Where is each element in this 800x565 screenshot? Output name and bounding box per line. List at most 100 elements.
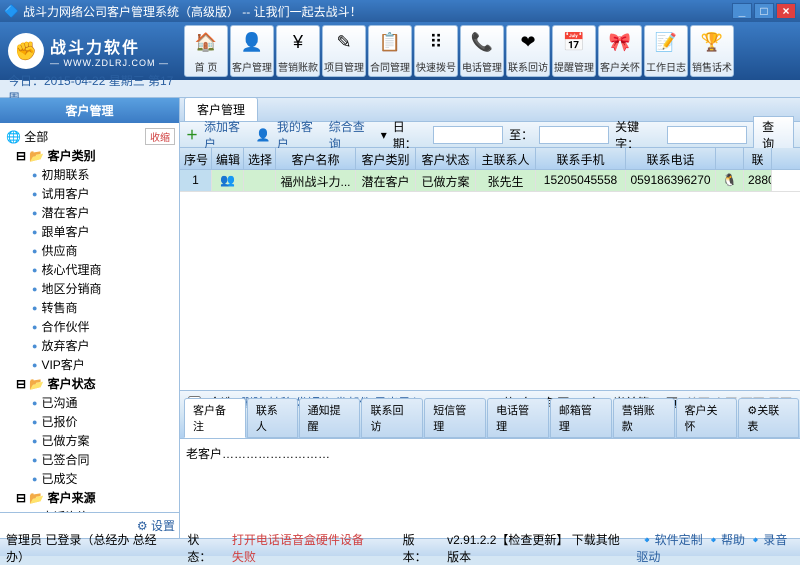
col-header[interactable]: 联 <box>744 148 772 169</box>
sidebar-title: 客户管理 <box>0 98 179 123</box>
tree-item[interactable]: ●试用客户 <box>4 184 175 203</box>
col-header[interactable]: 客户名称 <box>276 148 356 169</box>
toolbar-btn-2[interactable]: ¥ 营销账款 <box>276 25 320 77</box>
bottom-tab[interactable]: 营销账款 <box>613 398 675 438</box>
date-to-input[interactable] <box>539 126 609 144</box>
minimize-button[interactable]: _ <box>732 3 752 19</box>
客户关怀-icon: 🎀 <box>606 29 634 57</box>
toolbar-btn-7[interactable]: ❤ 联系回访 <box>506 25 550 77</box>
add-customer-button[interactable]: 添加客户 <box>204 118 250 152</box>
cell: 潜在客户 <box>356 170 416 191</box>
status-version: v2.91.2.2【检查更新】 下载其他版本 <box>447 531 624 565</box>
cell <box>244 170 276 191</box>
col-header[interactable]: 联系电话 <box>626 148 716 169</box>
status-state-msg: 打开电话语音盒硬件设备失败 <box>232 531 373 565</box>
date-label: 日期： <box>393 118 427 152</box>
my-customers-button[interactable]: 我的客户 <box>277 118 323 152</box>
toolbar-btn-4[interactable]: 📋 合同管理 <box>368 25 412 77</box>
营销账款-icon: ¥ <box>284 29 312 57</box>
cell: 059186396270 <box>626 170 716 191</box>
工作日志-icon: 📝 <box>652 29 680 57</box>
tree-item[interactable]: ●合作伙伴 <box>4 317 175 336</box>
toolbar-btn-9[interactable]: 🎀 客户关怀 <box>598 25 642 77</box>
cell: 1 <box>180 170 212 191</box>
window-title: 战斗力网络公司客户管理系统（高级版） -- 让我们一起去战斗！ <box>19 3 732 20</box>
tree-item[interactable]: ●放弃客户 <box>4 336 175 355</box>
add-icon: ＋ <box>186 126 198 143</box>
maximize-button[interactable]: □ <box>754 3 774 19</box>
toolbar-btn-3[interactable]: ✎ 项目管理 <box>322 25 366 77</box>
cell: 🐧 <box>716 170 744 191</box>
tree-group[interactable]: ⊟ 📂 客户类别 <box>4 146 175 165</box>
项目管理-icon: ✎ <box>330 29 358 57</box>
bottom-tab[interactable]: ⚙关联表 <box>738 398 799 438</box>
status-link[interactable]: 软件定制 <box>655 533 703 547</box>
col-header[interactable]: 客户类别 <box>356 148 416 169</box>
toolbar-btn-1[interactable]: 👤 客户管理 <box>230 25 274 77</box>
bottom-tab[interactable]: 邮箱管理 <box>550 398 612 438</box>
status-link[interactable]: 帮助 <box>721 533 745 547</box>
tree-group[interactable]: ⊟ 📂 客户状态 <box>4 374 175 393</box>
tree-item[interactable]: ●跟单客户 <box>4 222 175 241</box>
date-from-input[interactable] <box>433 126 503 144</box>
col-header[interactable]: 客户状态 <box>416 148 476 169</box>
tree-item[interactable]: ●已做方案 <box>4 431 175 450</box>
toolbar-btn-0[interactable]: 🏠 首 页 <box>184 25 228 77</box>
tree-item[interactable]: ●供应商 <box>4 241 175 260</box>
电话管理-icon: 📞 <box>468 29 496 57</box>
bottom-tab[interactable]: 客户备注 <box>184 398 246 438</box>
col-header[interactable]: 主联系人 <box>476 148 536 169</box>
bottom-tab[interactable]: 联系回访 <box>361 398 423 438</box>
note-content: 老客户……………………… <box>180 438 800 538</box>
bottom-tab[interactable]: 通知提醒 <box>299 398 361 438</box>
col-header[interactable]: 选择 <box>244 148 276 169</box>
cell: 15205045558 <box>536 170 626 191</box>
logo-sub: — WWW.ZDLRJ.COM — <box>50 58 169 68</box>
keyword-label: 关键字： <box>615 118 661 152</box>
tree-item[interactable]: ●已成交 <box>4 469 175 488</box>
tree-item[interactable]: ●初期联系 <box>4 165 175 184</box>
collapse-button[interactable]: 收缩 <box>145 128 175 145</box>
status-link-icon: 🔹 <box>706 533 721 547</box>
tree-item[interactable]: ●潜在客户 <box>4 203 175 222</box>
col-header[interactable]: 编辑 <box>212 148 244 169</box>
提醒管理-icon: 📅 <box>560 29 588 57</box>
toolbar-btn-10[interactable]: 📝 工作日志 <box>644 25 688 77</box>
col-header[interactable]: 联系手机 <box>536 148 626 169</box>
adv-search-button[interactable]: 综合查询 <box>329 118 375 152</box>
status-link-icon: 🔹 <box>640 533 655 547</box>
bottom-tab[interactable]: 联系人 <box>247 398 298 438</box>
tree-item[interactable]: ●VIP客户 <box>4 355 175 374</box>
cell: 已做方案 <box>416 170 476 191</box>
tree-item[interactable]: ●地区分销商 <box>4 279 175 298</box>
bottom-tab[interactable]: 短信管理 <box>424 398 486 438</box>
tree-group[interactable]: ⊟ 📂 客户来源 <box>4 488 175 507</box>
toolbar-btn-11[interactable]: 🏆 销售话术 <box>690 25 734 77</box>
keyword-input[interactable] <box>667 126 747 144</box>
toolbar-btn-6[interactable]: 📞 电话管理 <box>460 25 504 77</box>
close-button[interactable]: × <box>776 3 796 19</box>
bottom-tab[interactable]: 电话管理 <box>487 398 549 438</box>
status-state-label: 状态： <box>187 531 219 565</box>
cell: 2880 <box>744 170 772 191</box>
col-header[interactable] <box>716 148 744 169</box>
col-header[interactable]: 序号 <box>180 148 212 169</box>
logo-icon: ✊ <box>8 33 44 69</box>
tree-item[interactable]: ●已沟通 <box>4 393 175 412</box>
tree-root[interactable]: 🌐 全部 收缩 <box>4 127 175 146</box>
tree-item[interactable]: ●已报价 <box>4 412 175 431</box>
status-user: 管理员 已登录（总经办 总经办） <box>6 531 163 565</box>
toolbar-btn-8[interactable]: 📅 提醒管理 <box>552 25 596 77</box>
客户管理-icon: 👤 <box>238 29 266 57</box>
cell: 张先生 <box>476 170 536 191</box>
tree-item[interactable]: ●核心代理商 <box>4 260 175 279</box>
dropdown-icon[interactable]: ▾ <box>381 128 387 142</box>
date-to-label: 至： <box>509 126 533 143</box>
table-row[interactable]: 1👥福州战斗力...潜在客户已做方案张先生1520504555805918639… <box>180 170 800 192</box>
bottom-tab[interactable]: 客户关怀 <box>676 398 738 438</box>
tree-item[interactable]: ●已签合同 <box>4 450 175 469</box>
toolbar-btn-5[interactable]: ⠿ 快速拨号 <box>414 25 458 77</box>
cell: 👥 <box>212 170 244 191</box>
my-customers-icon: 👤 <box>256 128 271 142</box>
tree-item[interactable]: ●转售商 <box>4 298 175 317</box>
